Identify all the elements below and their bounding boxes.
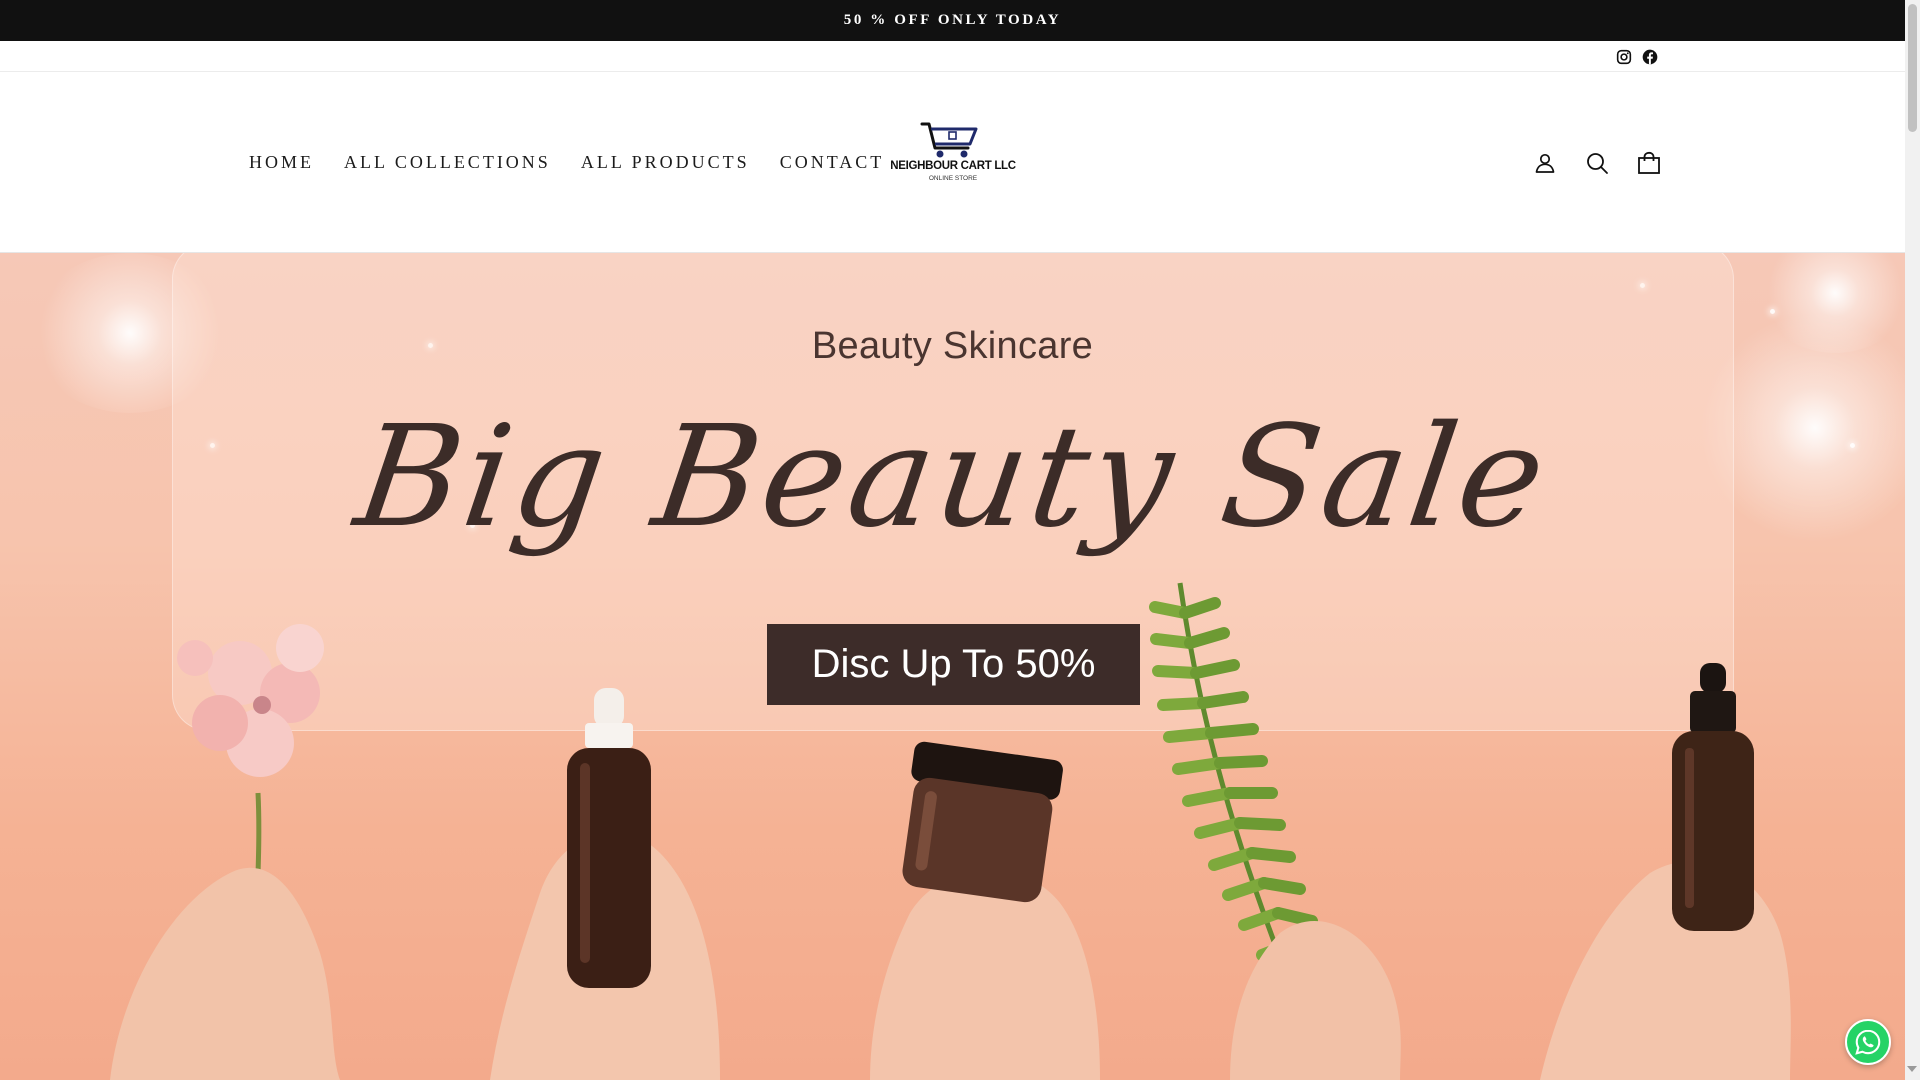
facebook-icon[interactable] — [1641, 48, 1659, 66]
flower-icon — [177, 624, 324, 777]
nav-item-home[interactable]: HOME — [234, 152, 329, 172]
cosmetic-jar-icon — [902, 741, 1063, 903]
dropper-bottle-icon — [1672, 663, 1754, 931]
nav-item-all-collections[interactable]: ALL COLLECTIONS — [329, 152, 566, 172]
scrollbar-track[interactable] — [1905, 0, 1920, 1080]
product-photo — [110, 582, 1791, 1080]
social-bar — [0, 41, 1905, 72]
logo-name: NEIGHBOUR CART LLC — [890, 160, 1016, 172]
cart-icon[interactable] — [1634, 148, 1664, 178]
instagram-icon[interactable] — [1615, 48, 1633, 66]
dropper-bottle-icon — [567, 688, 651, 988]
hero-banner[interactable]: Beauty Skincare Big Beauty Sale Disc Up … — [0, 253, 1905, 1080]
hand — [1230, 921, 1401, 1080]
logo-tagline: ONLINE STORE — [928, 175, 978, 182]
hand — [110, 867, 340, 1080]
whatsapp-chat-button[interactable] — [1845, 1019, 1891, 1065]
announcement-text: 50 % OFF ONLY TODAY — [843, 12, 1062, 28]
hand — [870, 870, 1100, 1080]
store-logo[interactable]: NEIGHBOUR CART LLC ONLINE STORE — [888, 118, 1018, 196]
shopping-cart-logo-icon — [920, 122, 978, 158]
search-icon[interactable] — [1582, 148, 1612, 178]
site-header: HOME ALL COLLECTIONS ALL PRODUCTS CONTAC… — [0, 72, 1905, 253]
account-icon[interactable] — [1530, 148, 1560, 178]
nav-item-all-products[interactable]: ALL PRODUCTS — [566, 152, 765, 172]
announcement-bar: 50 % OFF ONLY TODAY — [0, 0, 1905, 41]
whatsapp-icon — [1855, 1029, 1881, 1055]
nav-item-contact[interactable]: CONTACT — [765, 152, 900, 172]
main-navigation: HOME ALL COLLECTIONS ALL PRODUCTS CONTAC… — [234, 152, 899, 172]
scroll-down-arrow-icon[interactable] — [1907, 1066, 1917, 1072]
scrollbar-thumb[interactable] — [1908, 4, 1917, 132]
